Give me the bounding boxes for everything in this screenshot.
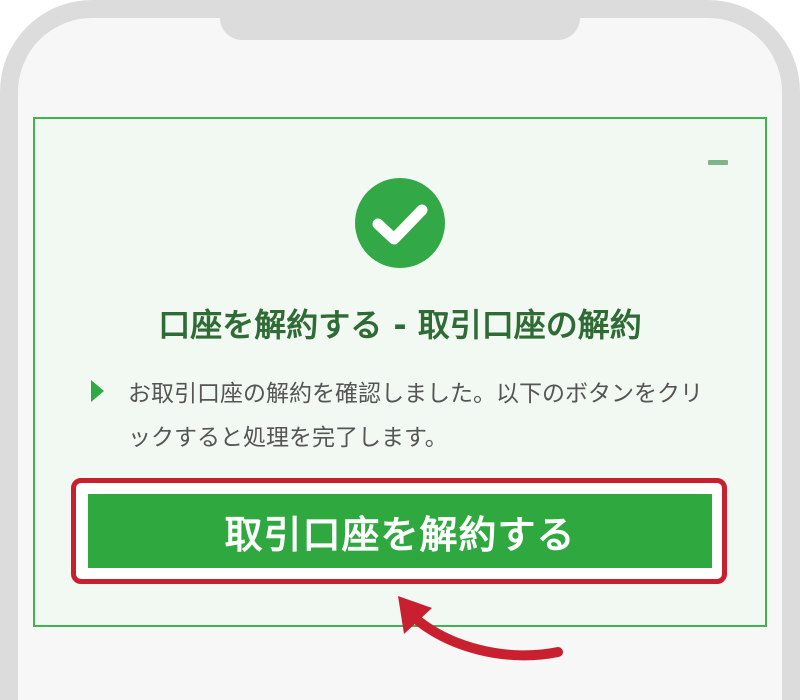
- curved-arrow-icon: [398, 596, 563, 661]
